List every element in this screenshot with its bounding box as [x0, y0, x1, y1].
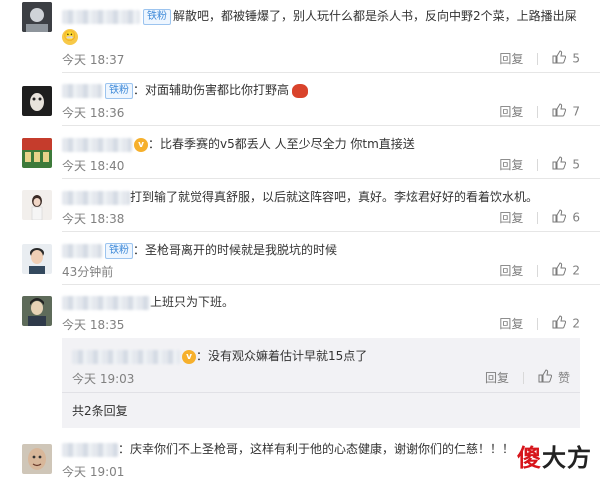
comment-text: 圣枪哥离开的时候就是我脱坑的时候 [145, 243, 338, 257]
reply-button[interactable]: 回复 [499, 211, 523, 225]
comment-time: 今天 18:36 [62, 106, 125, 120]
sub-reply-time: 今天 19:03 [72, 372, 135, 386]
thumb-up-icon[interactable] [552, 103, 567, 120]
emoji-icon [292, 83, 309, 98]
vip-icon: v [134, 137, 148, 152]
avatar[interactable] [22, 2, 52, 32]
fan-badge[interactable]: 铁粉 [105, 82, 133, 99]
fan-badge[interactable]: 铁粉 [143, 8, 171, 25]
like-label[interactable]: 赞 [558, 371, 570, 385]
comment-text: 打到输了就觉得真舒服，以后就这阵容吧，真好。李炫君好好的看着饮水机。 [130, 190, 539, 204]
reply-button[interactable]: 回复 [499, 158, 523, 172]
like-count: 6 [572, 210, 580, 225]
sub-reply-text: 没有观众嫲着估计早就15点了 [208, 349, 368, 363]
comment-time: 今天 18:37 [62, 53, 125, 67]
comment-text: 庆幸你们不上圣枪哥，这样有利于他的心态健康，谢谢你们的仁慈！！！ [130, 442, 515, 456]
like-count: 2 [572, 316, 580, 331]
like-count: 7 [572, 104, 580, 119]
comment-text: 解散吧，都被锤爆了，别人玩什么都是杀人书，反向中野2个菜，上路播出屎 [173, 9, 577, 23]
avatar[interactable] [22, 190, 52, 220]
comment-time: 今天 18:35 [62, 318, 125, 332]
avatar[interactable] [22, 296, 52, 326]
like-count: 2 [572, 263, 580, 278]
avatar[interactable] [22, 244, 52, 274]
username[interactable] [62, 442, 118, 457]
comment-time: 今天 18:40 [62, 159, 125, 173]
thumb-up-icon[interactable] [538, 369, 553, 386]
thumb-up-icon[interactable] [552, 209, 567, 226]
reply-button[interactable]: 回复 [499, 264, 523, 278]
watermark-logo: 傻大方 [517, 444, 592, 472]
reply-button[interactable]: 回复 [499, 52, 523, 66]
reply-button[interactable]: 回复 [499, 317, 523, 331]
reply-button[interactable]: 回复 [485, 371, 509, 385]
avatar[interactable] [22, 444, 52, 474]
emoji-icon: 😬 [62, 28, 78, 45]
vip-icon: v [182, 349, 196, 364]
fan-badge[interactable]: 铁粉 [105, 242, 133, 259]
username[interactable] [62, 83, 102, 98]
username[interactable] [62, 9, 140, 24]
username[interactable] [62, 190, 130, 205]
comment-text: 对面辅助伤害都比你打野高 [145, 83, 290, 97]
username[interactable] [72, 349, 180, 364]
reply-button[interactable]: 回复 [499, 105, 523, 119]
avatar[interactable] [22, 86, 52, 116]
comment-time: 今天 18:38 [62, 212, 125, 226]
thumb-up-icon[interactable] [552, 262, 567, 279]
comment-time: 43分钟前 [62, 265, 114, 279]
like-count: 5 [572, 51, 580, 66]
thumb-up-icon[interactable] [552, 315, 567, 332]
username[interactable] [62, 137, 132, 152]
like-count: 5 [572, 157, 580, 172]
thumb-up-icon[interactable] [552, 50, 567, 67]
username[interactable] [62, 295, 150, 310]
avatar[interactable] [22, 138, 52, 168]
comment-time: 今天 19:01 [62, 465, 125, 479]
more-replies-link[interactable]: 共2条回复 [72, 402, 128, 419]
thumb-up-icon[interactable] [552, 156, 567, 173]
comment-text: 比春季赛的v5都丢人 人至少尽全力 你tm直接送 [160, 137, 415, 151]
comment-text: 上班只为下班。 [150, 295, 235, 309]
username[interactable] [62, 243, 102, 258]
